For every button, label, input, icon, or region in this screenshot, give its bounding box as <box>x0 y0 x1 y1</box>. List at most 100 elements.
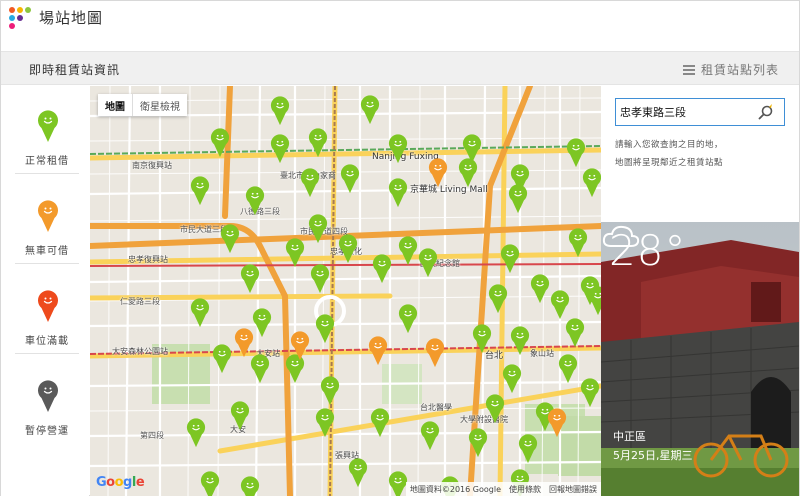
station-marker-available[interactable] <box>270 96 290 130</box>
station-marker-available[interactable] <box>300 168 320 202</box>
cloud-icon <box>602 225 640 247</box>
station-marker-available[interactable] <box>468 428 488 462</box>
station-marker-available[interactable] <box>398 304 418 338</box>
section-header: 即時租賃站資訊 租賃站點列表 <box>1 51 799 85</box>
station-marker-available[interactable] <box>348 458 368 492</box>
search-panel: 請輸入您欲查詢之目的地， 地圖將呈現鄰近之租賃站點 <box>601 86 799 496</box>
locate-search-icon[interactable] <box>758 104 774 120</box>
station-marker-available[interactable] <box>338 234 358 268</box>
station-marker-available[interactable] <box>220 224 240 258</box>
orange-pin-icon <box>37 200 59 237</box>
station-marker-empty[interactable] <box>547 408 567 442</box>
station-marker-available[interactable] <box>580 378 600 412</box>
legend-item: 車位滿載 <box>15 266 79 354</box>
station-marker-available[interactable] <box>310 264 330 298</box>
station-marker-available[interactable] <box>200 471 220 496</box>
map-data-credit: 地圖資料©2016 Google <box>409 485 501 494</box>
station-marker-available[interactable] <box>502 364 522 398</box>
map-label: 忠孝復興站 <box>128 255 168 264</box>
report-error-link[interactable]: 回報地圖錯誤 <box>549 484 597 494</box>
station-marker-available[interactable] <box>485 394 505 428</box>
section-title: 即時租賃站資訊 <box>29 63 121 77</box>
map-label: 第四段 <box>140 431 164 440</box>
station-marker-empty[interactable] <box>428 158 448 192</box>
app-window: 場站地圖 即時租賃站資訊 租賃站點列表 正常租借無車可借車位滿載暫停營運 <box>0 0 800 496</box>
station-marker-available[interactable] <box>568 228 588 262</box>
station-marker-available[interactable] <box>565 318 585 352</box>
station-marker-available[interactable] <box>190 176 210 210</box>
station-marker-available[interactable] <box>370 408 390 442</box>
station-marker-available[interactable] <box>360 95 380 129</box>
station-marker-empty[interactable] <box>368 336 388 370</box>
station-marker-available[interactable] <box>190 298 210 332</box>
legend-label: 無車可借 <box>25 246 69 257</box>
legend-label: 暫停營運 <box>25 426 69 437</box>
station-marker-available[interactable] <box>558 354 578 388</box>
station-marker-available[interactable] <box>418 248 438 282</box>
station-marker-available[interactable] <box>388 134 408 168</box>
station-marker-available[interactable] <box>500 244 520 278</box>
legend-item: 暫停營運 <box>15 356 79 444</box>
station-marker-available[interactable] <box>510 326 530 360</box>
map-label: 象山站 <box>530 349 554 358</box>
station-marker-available[interactable] <box>566 138 586 172</box>
map-type-toggle: 地圖 衛星檢視 <box>98 94 187 116</box>
district-name: 中正區 <box>613 430 646 443</box>
weather-date: 5月25日,星期三 <box>613 449 693 462</box>
map-label: 大安森林公園站 <box>112 347 168 356</box>
map-attribution: 地圖資料©2016 Google 使用條款 回報地圖錯誤 <box>405 482 601 496</box>
station-marker-available[interactable] <box>530 274 550 308</box>
station-marker-available[interactable] <box>472 324 492 358</box>
station-marker-available[interactable] <box>588 286 601 320</box>
station-marker-available[interactable] <box>240 264 260 298</box>
map-view[interactable]: 地圖 衛星檢視 Nanjing Fuxing 京華城 Living Mall 南… <box>90 86 601 496</box>
top-header: 場站地圖 <box>1 1 799 37</box>
station-marker-available[interactable] <box>186 418 206 452</box>
station-marker-available[interactable] <box>285 238 305 272</box>
station-marker-available[interactable] <box>340 164 360 198</box>
station-marker-available[interactable] <box>210 128 230 162</box>
legend-label: 車位滿載 <box>25 336 69 347</box>
station-marker-available[interactable] <box>388 178 408 212</box>
station-marker-available[interactable] <box>308 128 328 162</box>
station-marker-available[interactable] <box>518 434 538 468</box>
station-marker-available[interactable] <box>240 476 260 496</box>
station-marker-available[interactable] <box>212 344 232 378</box>
map-label: 南京復興站 <box>132 161 172 170</box>
station-marker-available[interactable] <box>270 134 290 168</box>
station-marker-available[interactable] <box>308 214 328 248</box>
station-marker-available[interactable] <box>488 284 508 318</box>
station-marker-empty[interactable] <box>290 331 310 365</box>
station-list-label: 租賃站點列表 <box>700 63 779 77</box>
logo-dot <box>9 15 15 21</box>
station-marker-empty[interactable] <box>425 338 445 372</box>
station-marker-available[interactable] <box>458 158 478 192</box>
station-marker-available[interactable] <box>398 236 418 270</box>
station-marker-available[interactable] <box>315 314 335 348</box>
search-box <box>615 98 785 126</box>
station-marker-available[interactable] <box>508 184 528 218</box>
station-marker-available[interactable] <box>252 308 272 342</box>
list-icon <box>682 64 695 75</box>
terms-link[interactable]: 使用條款 <box>509 484 541 494</box>
legend-item: 正常租借 <box>15 86 79 174</box>
station-marker-available[interactable] <box>320 376 340 410</box>
station-marker-available[interactable] <box>315 408 335 442</box>
map-label: 仁愛路三段 <box>120 297 160 306</box>
station-marker-available[interactable] <box>372 254 392 288</box>
legend-item: 無車可借 <box>15 176 79 264</box>
station-list-button[interactable]: 租賃站點列表 <box>682 61 779 78</box>
legend-label: 正常租借 <box>25 156 69 167</box>
station-marker-available[interactable] <box>245 186 265 220</box>
weather-card: 28° 中正區 5月25日,星期三 <box>601 222 799 496</box>
logo-dot <box>9 7 15 13</box>
station-marker-available[interactable] <box>420 421 440 455</box>
destination-search-input[interactable] <box>620 102 750 122</box>
map-mode-button[interactable]: 地圖 <box>98 94 132 116</box>
station-marker-available[interactable] <box>582 168 601 202</box>
google-logo: Google <box>96 475 145 490</box>
legend-panel: 正常租借無車可借車位滿載暫停營運 <box>1 86 89 496</box>
station-marker-empty[interactable] <box>234 328 254 362</box>
station-marker-available[interactable] <box>230 401 250 435</box>
satellite-mode-button[interactable]: 衛星檢視 <box>132 94 187 116</box>
